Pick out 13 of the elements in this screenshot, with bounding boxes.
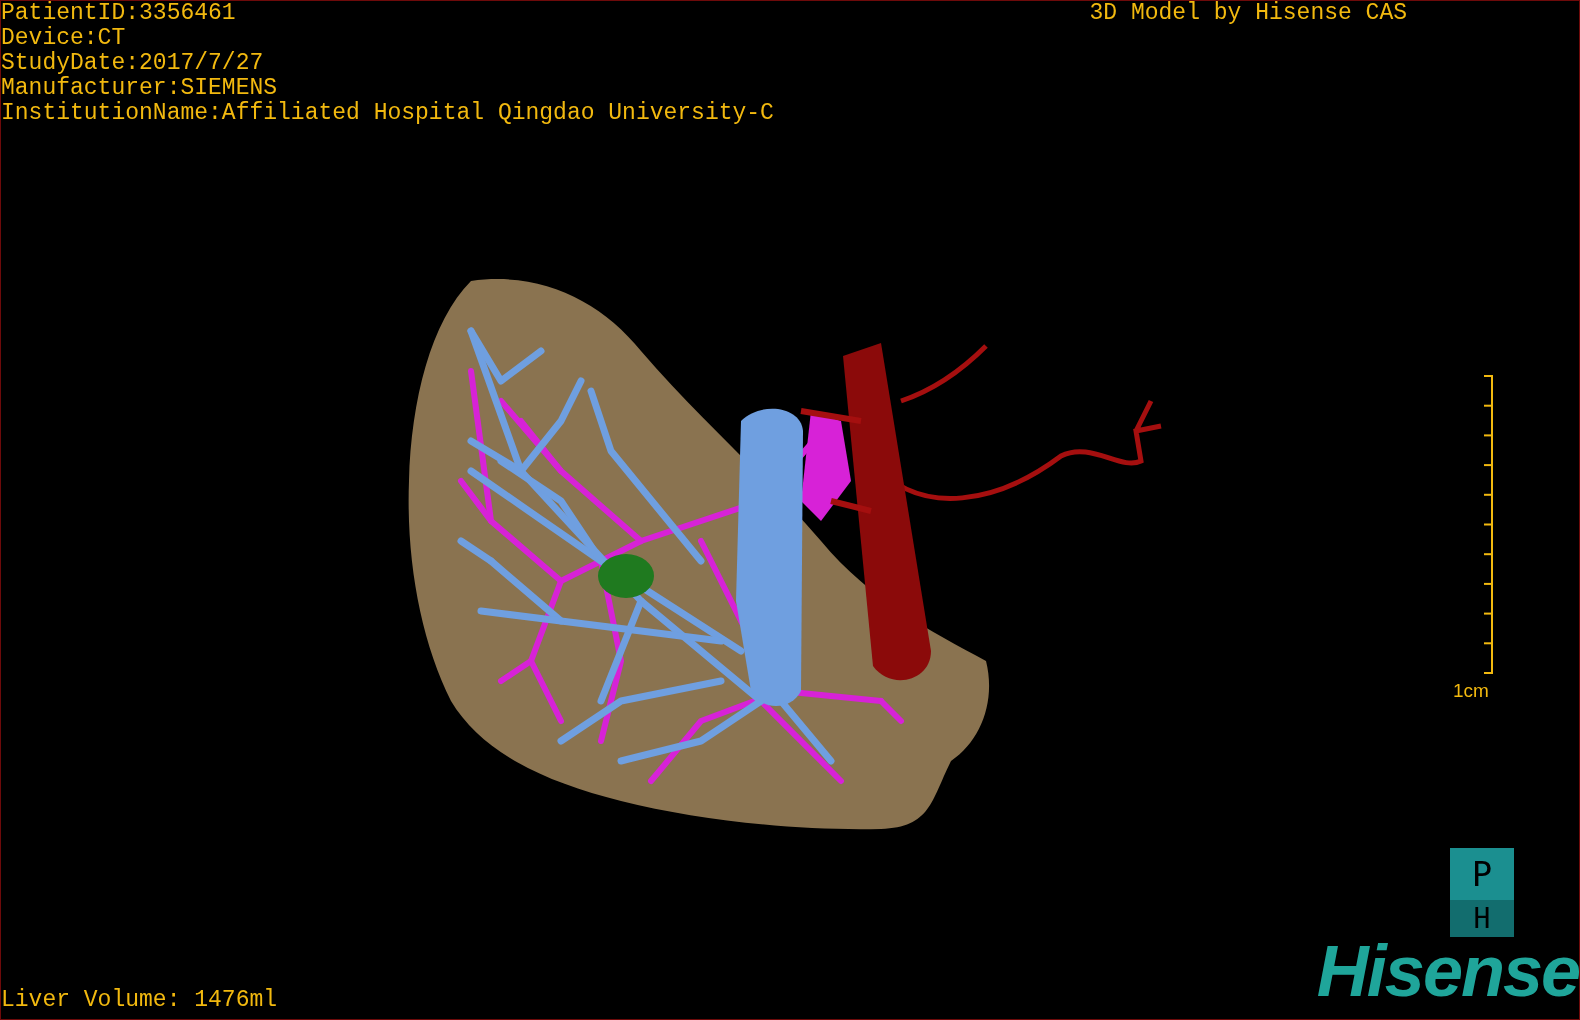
- patient-info-text: Device:CT: [1, 26, 127, 51]
- patient-info-text: InstitutionName:Affiliated Hospital Qingdao University-C: [1, 101, 774, 126]
- viewer-title: 3D Model by Hisense CAS: [1089, 1, 1407, 28]
- brand-logo: Hisense: [1316, 935, 1579, 1007]
- orientation-cube[interactable]: P H: [1450, 848, 1514, 937]
- liver-volume-text: Liver Volume: 1476ml: [1, 988, 278, 1013]
- scale-bar-icon: [1483, 374, 1495, 676]
- orientation-label: H: [1450, 900, 1514, 937]
- orientation-label: P: [1450, 848, 1514, 900]
- scale-label: 1cm: [1453, 679, 1489, 703]
- patient-info-text: PatientID:3356461: [1, 1, 237, 26]
- patient-info-text: StudyDate:2017/7/27: [1, 51, 265, 76]
- patient-info-text: Manufacturer:SIEMENS: [1, 76, 279, 101]
